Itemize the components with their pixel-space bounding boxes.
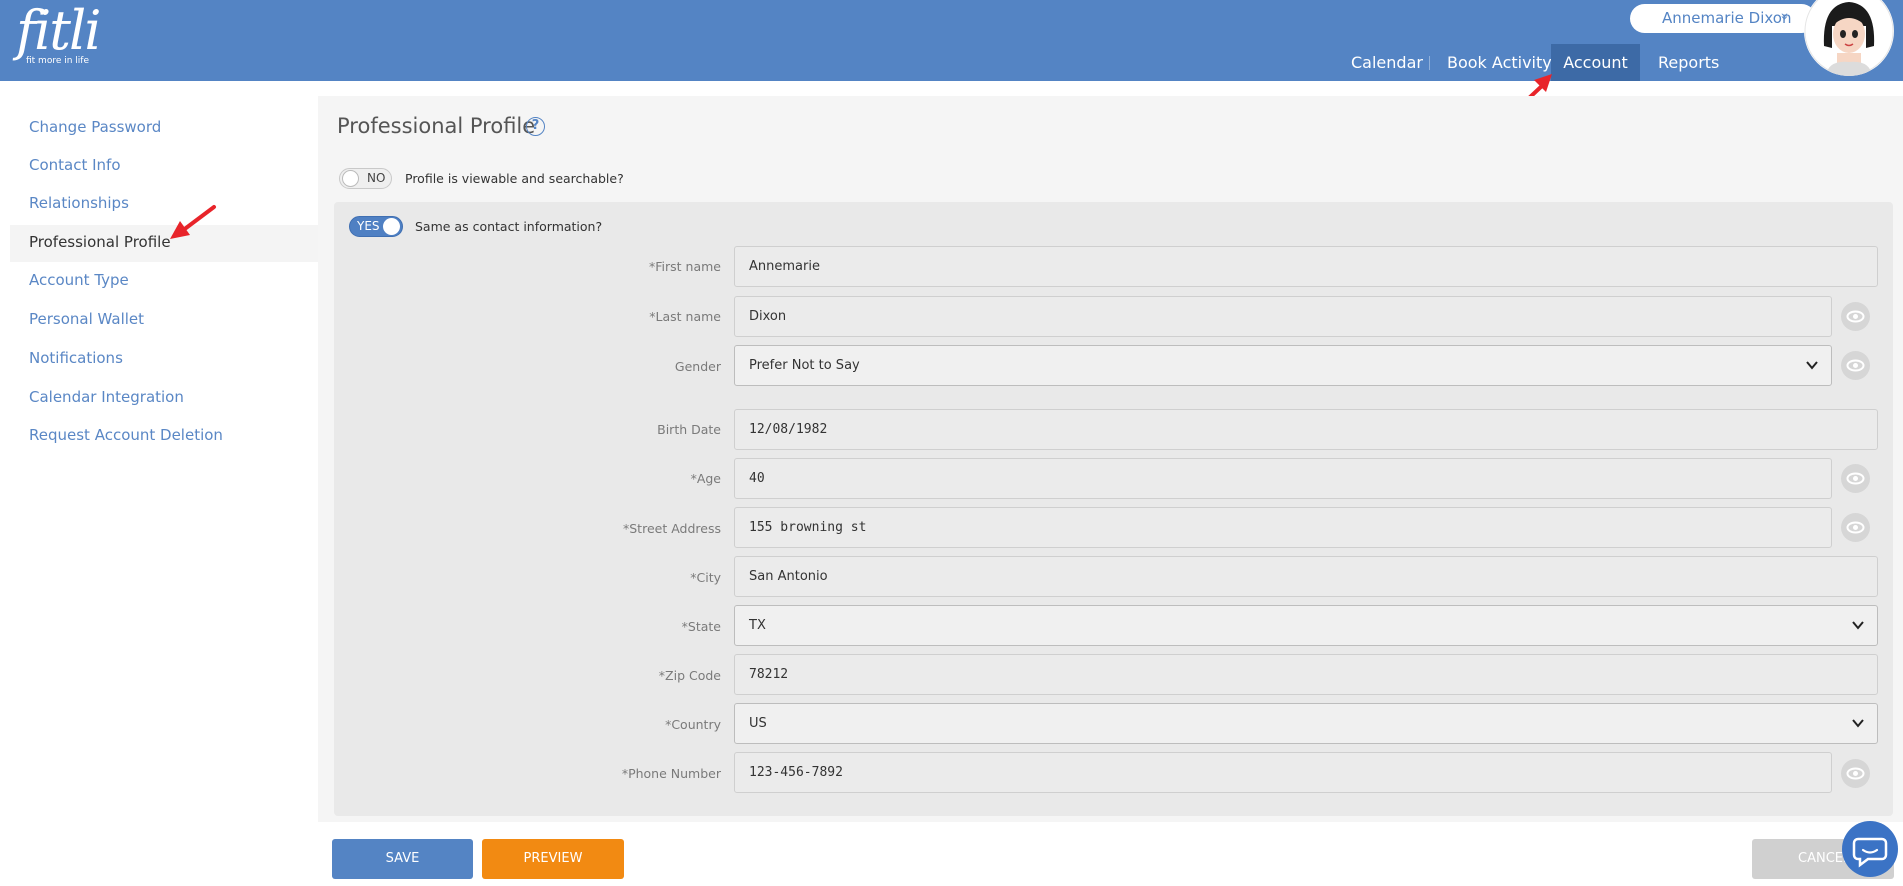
age-label: *Age xyxy=(690,471,721,486)
logo-mark: fitli xyxy=(16,0,101,62)
state-select[interactable]: TX xyxy=(734,605,1878,646)
nav-divider xyxy=(1429,56,1430,70)
sidebar-item-relationships[interactable]: Relationships xyxy=(29,194,129,212)
sidebar-item-request-account-deletion[interactable]: Request Account Deletion xyxy=(29,426,223,444)
same-as-contact-label: Same as contact information? xyxy=(415,219,603,234)
gender-value: Prefer Not to Say xyxy=(749,358,860,373)
gender-select[interactable]: Prefer Not to Say xyxy=(734,345,1832,386)
top-header: fitli fit more in life Annemarie Dixon »… xyxy=(0,0,1903,81)
nav-reports[interactable]: Reports xyxy=(1658,44,1719,81)
zip-code-field[interactable]: 78212 xyxy=(734,654,1878,695)
eye-icon[interactable] xyxy=(1841,513,1870,542)
fitli-logo[interactable]: fitli fit more in life xyxy=(10,0,101,72)
sidebar-item-contact-info[interactable]: Contact Info xyxy=(29,156,121,174)
eye-icon[interactable] xyxy=(1841,302,1870,331)
phone-number-field[interactable]: 123-456-7892 xyxy=(734,752,1832,793)
state-label: *State xyxy=(681,619,721,634)
country-select[interactable]: US xyxy=(734,703,1878,744)
chevron-down-icon xyxy=(1852,621,1864,630)
viewable-toggle-label: Profile is viewable and searchable? xyxy=(405,171,624,186)
eye-icon[interactable] xyxy=(1841,351,1870,380)
city-label: *City xyxy=(690,570,721,585)
chevron-down-icon xyxy=(1852,719,1864,728)
preview-button[interactable]: PREVIEW xyxy=(482,839,624,879)
country-label: *Country xyxy=(665,717,721,732)
zip-code-label: *Zip Code xyxy=(658,668,721,683)
first-name-field[interactable]: Annemarie xyxy=(734,246,1878,287)
birth-date-label: Birth Date xyxy=(657,422,721,437)
toggle-state: YES xyxy=(357,219,380,233)
last-name-label: *Last name xyxy=(649,309,721,324)
state-value: TX xyxy=(749,618,766,633)
nav-account[interactable]: Account xyxy=(1551,44,1640,81)
save-button[interactable]: SAVE xyxy=(332,839,473,879)
sidebar-item-personal-wallet[interactable]: Personal Wallet xyxy=(29,310,144,328)
eye-icon[interactable] xyxy=(1841,464,1870,493)
chevron-down-icon xyxy=(1806,361,1818,370)
sidebar-item-change-password[interactable]: Change Password xyxy=(29,118,161,136)
annotation-arrow-icon xyxy=(170,205,216,239)
chevron-down-icon: » xyxy=(1776,12,1792,21)
toggle-state: NO xyxy=(367,171,386,185)
chat-icon[interactable] xyxy=(1842,821,1898,877)
user-menu[interactable]: Annemarie Dixon » xyxy=(1630,4,1816,33)
viewable-toggle[interactable]: NO xyxy=(339,168,392,189)
phone-number-label: *Phone Number xyxy=(621,766,721,781)
country-value: US xyxy=(749,716,767,731)
street-address-field[interactable]: 155 browning st xyxy=(734,507,1832,548)
same-as-contact-toggle[interactable]: YES xyxy=(349,216,403,237)
birth-date-field[interactable]: 12/08/1982 xyxy=(734,409,1878,450)
sidebar-item-professional-profile[interactable]: Professional Profile xyxy=(29,233,171,251)
age-field[interactable]: 40 xyxy=(734,458,1832,499)
sidebar-item-account-type[interactable]: Account Type xyxy=(29,271,129,289)
eye-icon[interactable] xyxy=(1841,759,1870,788)
gender-label: Gender xyxy=(674,359,721,374)
nav-calendar[interactable]: Calendar xyxy=(1351,44,1423,81)
sidebar-item-calendar-integration[interactable]: Calendar Integration xyxy=(29,388,184,406)
city-field[interactable]: San Antonio xyxy=(734,556,1878,597)
help-icon[interactable]: ? xyxy=(526,117,545,136)
logo-tagline: fit more in life xyxy=(26,56,90,66)
toggle-knob xyxy=(342,170,359,187)
user-name: Annemarie Dixon xyxy=(1662,9,1792,27)
toggle-knob xyxy=(383,218,400,235)
last-name-field[interactable]: Dixon xyxy=(734,296,1832,337)
first-name-label: *First name xyxy=(649,259,721,274)
page-title: Professional Profile xyxy=(337,114,536,138)
sidebar-item-notifications[interactable]: Notifications xyxy=(29,349,123,367)
street-address-label: *Street Address xyxy=(623,521,721,536)
